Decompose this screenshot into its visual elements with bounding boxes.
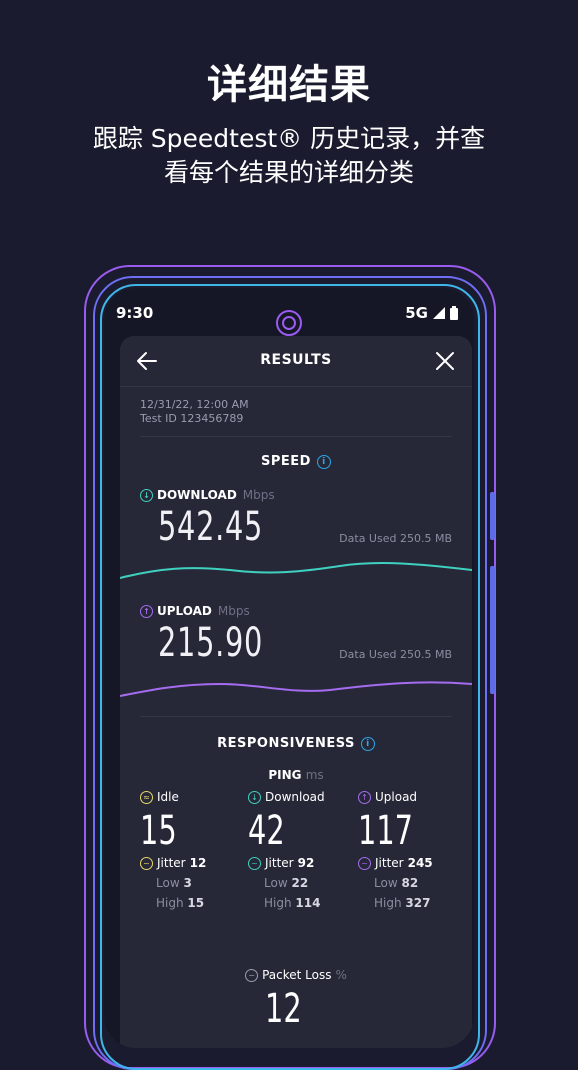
- upload-unit: Mbps: [217, 604, 250, 618]
- ping-download-high-value: 114: [295, 896, 321, 910]
- jitter-icon: ~: [358, 856, 371, 870]
- promo-subtitle-line1: 跟踪 Speedtest® 历史记录，并查: [92, 124, 486, 153]
- low-label: Low: [264, 876, 288, 890]
- ping-download-low-row: Low 22: [248, 876, 358, 890]
- speed-info-icon[interactable]: i: [316, 454, 331, 469]
- promo-subtitle: 跟踪 Speedtest® 历史记录，并查 看每个结果的详细分类: [60, 122, 518, 190]
- ping-idle-column: ≈ Idle 15 ~ Jitter 12 Low 3 High 15: [140, 790, 250, 910]
- responsiveness-section-title: RESPONSIVENESS i: [120, 736, 472, 751]
- ping-label: PING ms: [120, 768, 472, 782]
- results-card: RESULTS 12/31/22, 12:00 AM Test ID 12345…: [120, 336, 472, 1048]
- ping-upload-jitter-value: 245: [407, 856, 433, 870]
- download-wave: [120, 562, 472, 579]
- ping-unit: ms: [305, 768, 324, 782]
- jitter-icon: ~: [248, 856, 261, 870]
- packet-loss-label: Packet Loss: [262, 968, 332, 982]
- battery-icon: [450, 306, 458, 320]
- ping-upload-low-row: Low 82: [358, 876, 468, 890]
- idle-low-row: Low 3: [140, 876, 250, 890]
- upload-wave: [120, 681, 472, 697]
- responsiveness-title-text: RESPONSIVENESS: [217, 736, 355, 751]
- status-time: 9:30: [116, 304, 154, 322]
- ping-text: PING: [268, 768, 302, 782]
- upload-arrow-icon: ↑: [140, 604, 153, 618]
- ping-upload-label-row: ↑ Upload: [358, 790, 468, 804]
- idle-high-value: 15: [187, 896, 205, 910]
- status-bar: 9:30 5G: [104, 302, 474, 336]
- idle-jitter-row: ~ Jitter 12: [140, 856, 250, 870]
- ping-download-value: 42: [248, 808, 285, 854]
- speed-title-text: SPEED: [261, 454, 311, 469]
- phone-screen: 9:30 5G RESULTS 12/31/22, 12:00 AM Test …: [104, 288, 474, 1048]
- idle-jitter-value: 12: [189, 856, 207, 870]
- packet-loss-label-row: − Packet Loss %: [120, 968, 472, 982]
- download-label-row: ↓ DOWNLOAD Mbps: [140, 488, 275, 502]
- speed-section-title: SPEED i: [120, 454, 472, 469]
- high-label: High: [374, 896, 402, 910]
- ping-upload-value: 117: [358, 808, 413, 854]
- ping-download-column: ↓ Download 42 ~ Jitter 92 Low 22 High 114: [248, 790, 358, 910]
- ping-upload-column: ↑ Upload 117 ~ Jitter 245 Low 82 High 327: [358, 790, 468, 910]
- jitter-label: Jitter: [265, 856, 294, 870]
- divider: [140, 436, 452, 437]
- signal-icon: [433, 307, 445, 319]
- download-arrow-icon: ↓: [140, 488, 153, 502]
- ping-upload-high-value: 327: [405, 896, 431, 910]
- ping-upload-high-row: High 327: [358, 896, 468, 910]
- network-label: 5G: [405, 304, 428, 322]
- ping-download-jitter-row: ~ Jitter 92: [248, 856, 358, 870]
- low-label: Low: [374, 876, 398, 890]
- idle-label: Idle: [157, 790, 179, 804]
- upload-label-row: ↑ UPLOAD Mbps: [140, 604, 250, 618]
- ping-download-label: Download: [265, 790, 325, 804]
- result-date: 12/31/22, 12:00 AM: [140, 398, 249, 411]
- divider: [140, 716, 452, 717]
- ping-download-high-row: High 114: [248, 896, 358, 910]
- download-unit: Mbps: [242, 488, 275, 502]
- idle-label-row: ≈ Idle: [140, 790, 250, 804]
- ping-download-low-value: 22: [291, 876, 309, 890]
- ping-upload-jitter-row: ~ Jitter 245: [358, 856, 468, 870]
- responsiveness-info-icon[interactable]: i: [360, 736, 375, 751]
- high-label: High: [156, 896, 184, 910]
- idle-low-value: 3: [183, 876, 192, 890]
- phone-side-button: [490, 492, 495, 540]
- result-test-id: Test ID 123456789: [140, 412, 244, 425]
- promo-title: 详细结果: [207, 62, 371, 108]
- ping-download-jitter-value: 92: [297, 856, 315, 870]
- ping-upload-label: Upload: [375, 790, 418, 804]
- high-label: High: [264, 896, 292, 910]
- packet-loss-unit: %: [335, 968, 347, 982]
- low-label: Low: [156, 876, 180, 890]
- upload-arrow-icon: ↑: [358, 790, 371, 804]
- result-meta: 12/31/22, 12:00 AM Test ID 123456789: [140, 398, 249, 426]
- jitter-label: Jitter: [157, 856, 186, 870]
- download-arrow-icon: ↓: [248, 790, 261, 804]
- jitter-label: Jitter: [375, 856, 404, 870]
- close-icon[interactable]: [432, 348, 458, 374]
- front-camera: [276, 310, 302, 336]
- status-icons: 5G: [405, 304, 458, 322]
- jitter-icon: ~: [140, 856, 153, 870]
- idle-icon: ≈: [140, 790, 153, 804]
- download-data-used: Data Used 250.5 MB: [339, 532, 452, 545]
- upload-label: UPLOAD: [157, 604, 212, 618]
- phone-volume-button: [490, 566, 495, 694]
- ping-upload-low-value: 82: [401, 876, 419, 890]
- idle-value: 15: [140, 808, 177, 854]
- download-label: DOWNLOAD: [157, 488, 237, 502]
- packet-loss-value: 12: [265, 986, 302, 1032]
- results-header: RESULTS: [120, 336, 472, 387]
- idle-high-row: High 15: [140, 896, 250, 910]
- download-value: 542.45: [158, 504, 264, 550]
- results-title: RESULTS: [260, 352, 332, 368]
- packet-loss-icon: −: [245, 968, 259, 982]
- ping-download-label-row: ↓ Download: [248, 790, 358, 804]
- promo-subtitle-line2: 看每个结果的详细分类: [163, 158, 414, 187]
